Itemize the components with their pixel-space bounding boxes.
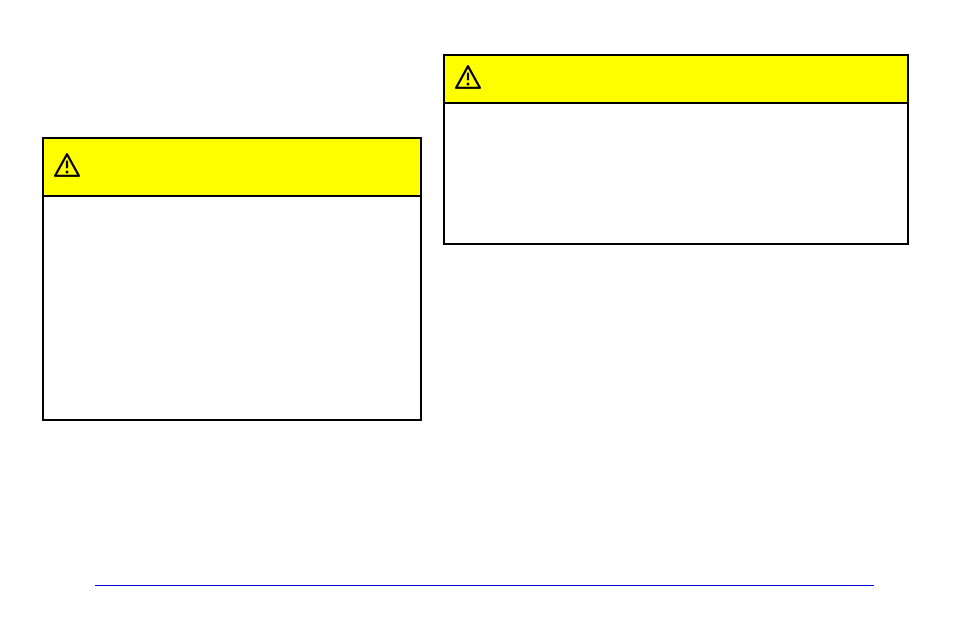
caution-box bbox=[42, 137, 422, 421]
footer-divider bbox=[95, 585, 874, 586]
caution-body bbox=[445, 104, 907, 245]
caution-box bbox=[443, 54, 909, 245]
warning-triangle-icon bbox=[455, 65, 481, 94]
caution-header bbox=[445, 56, 907, 104]
warning-triangle-icon bbox=[54, 153, 80, 182]
caution-body bbox=[44, 197, 420, 421]
caution-header bbox=[44, 139, 420, 197]
